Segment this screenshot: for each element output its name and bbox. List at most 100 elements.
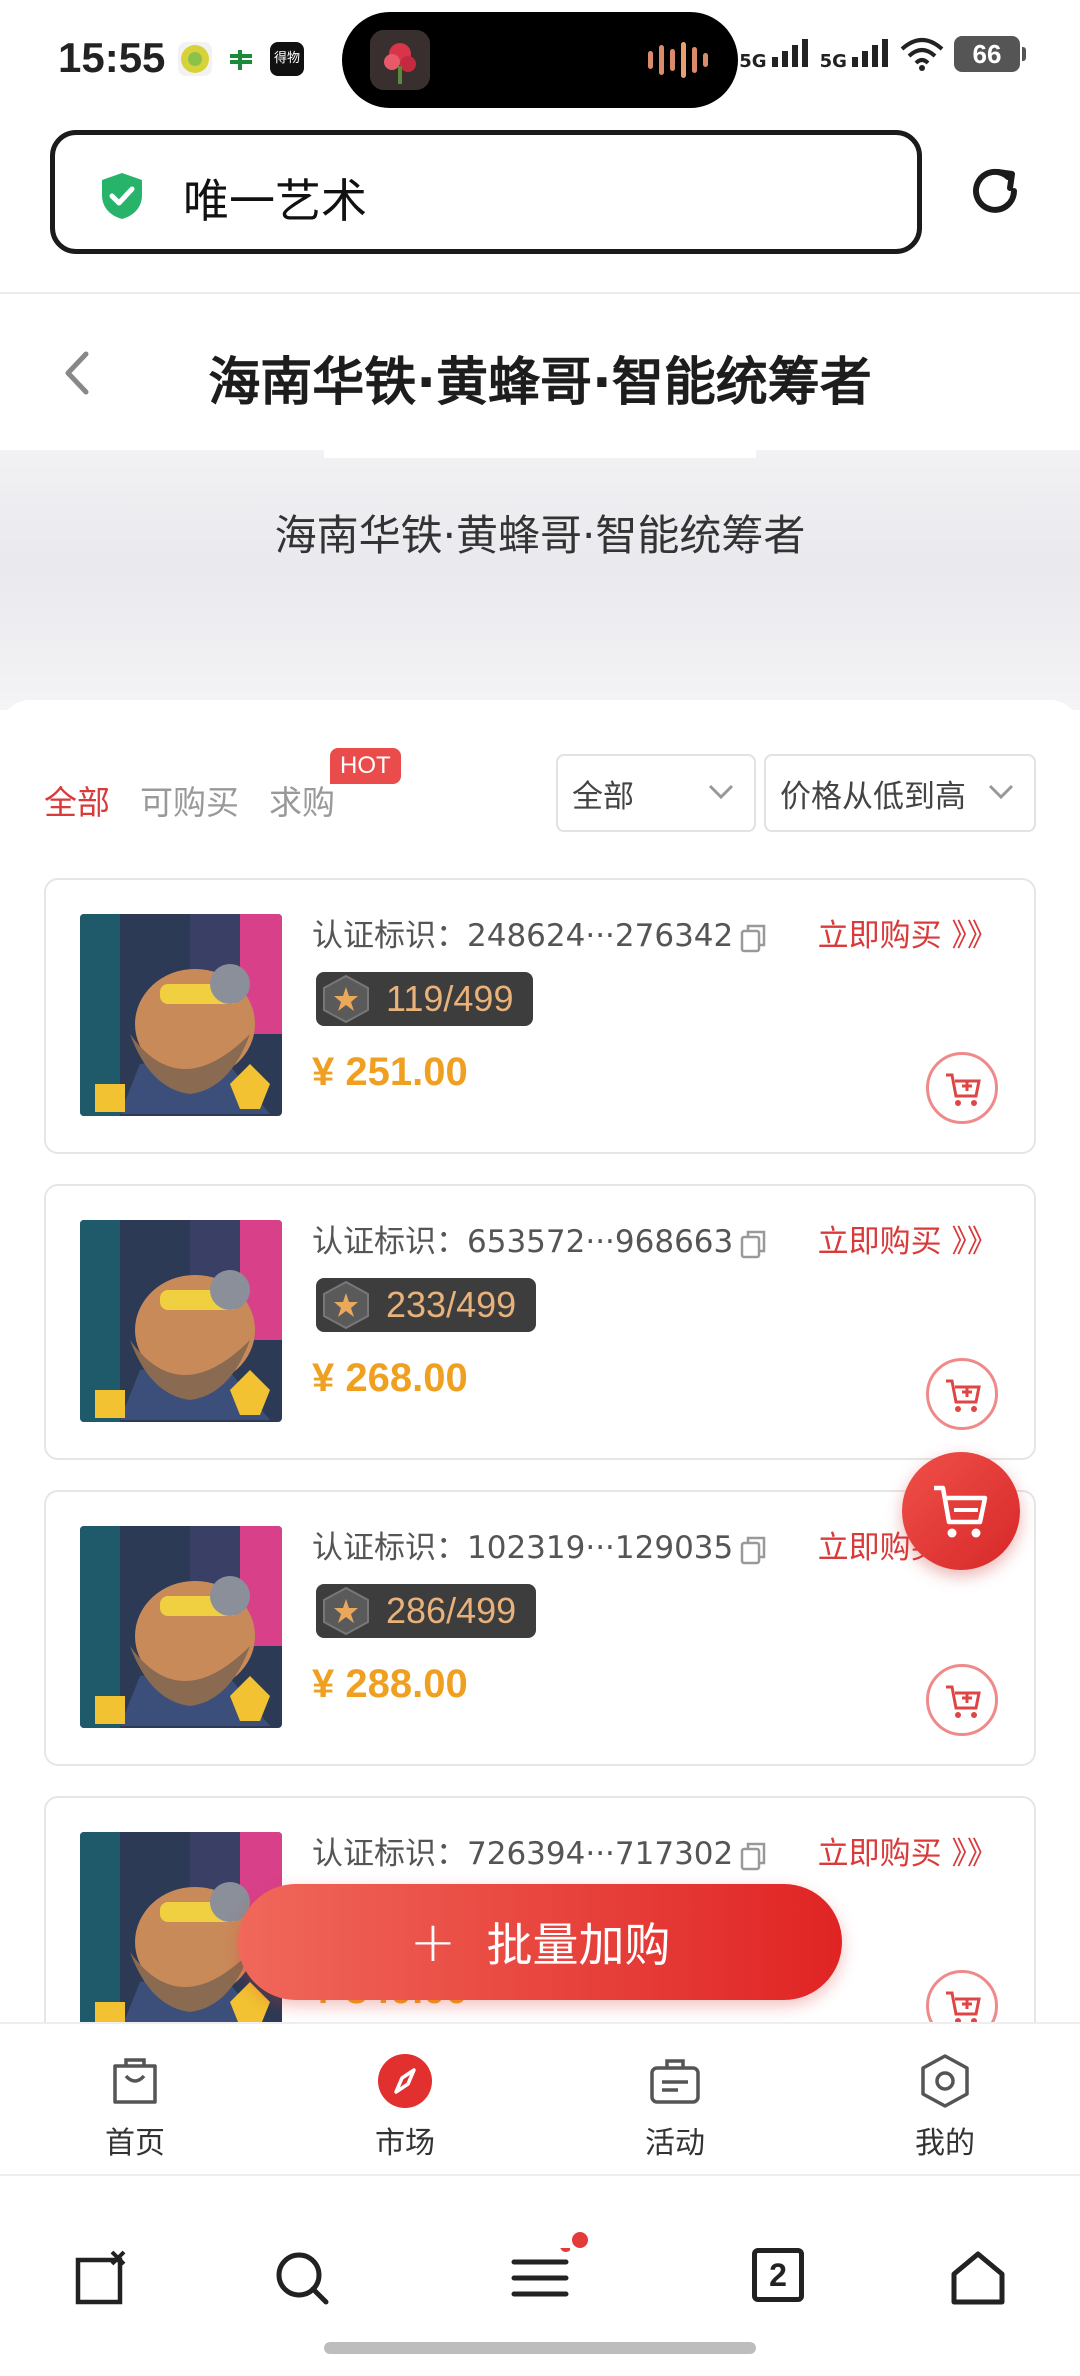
- nav-item-activity[interactable]: 活动: [540, 2024, 810, 2174]
- price: ¥ 288.00: [312, 1662, 468, 1706]
- nav-label-home: 首页: [105, 2126, 165, 2161]
- cert-id-line: 认证标识：653572···968663: [312, 1216, 767, 1261]
- collection-banner: 海南华铁·黄蜂哥·智能统筹者: [0, 450, 1080, 710]
- status-bar: 15:55 得物 5G 5G 66: [0, 0, 1080, 120]
- edition-number: 233/499: [386, 1284, 517, 1325]
- menu-notification-dot: [572, 2232, 588, 2248]
- nav-item-market[interactable]: 市场: [270, 2024, 540, 2174]
- shopping-bag-icon: [113, 2058, 157, 2104]
- now-playing-thumb: [370, 30, 430, 90]
- nft-thumbnail[interactable]: [80, 1526, 282, 1728]
- plus-icon: +: [409, 1909, 457, 1975]
- listing-card[interactable]: 认证标识：248624···276342 立即购买 》》 119/499 ¥ 2…: [44, 878, 1036, 1154]
- cert-id: 102319···129035: [467, 1530, 734, 1566]
- hot-badge: HOT: [330, 748, 401, 784]
- nft-thumbnail[interactable]: [80, 1220, 282, 1422]
- edition-number: 119/499: [386, 978, 514, 1019]
- signal-label: 5G: [739, 51, 767, 72]
- cert-label: 认证标识：: [312, 1836, 467, 1872]
- cert-id-line: 认证标识：248624···276342: [312, 910, 767, 955]
- cert-label: 认证标识：: [312, 1224, 467, 1260]
- bulk-add-button[interactable]: + 批量加购: [238, 1884, 842, 2000]
- chevron-down-icon: [988, 784, 1014, 800]
- edition-badge: 286/499: [316, 1584, 537, 1638]
- buy-now-link[interactable]: 立即购买 》》: [818, 1216, 998, 1261]
- cert-label: 认证标识：: [312, 1530, 467, 1566]
- cert-label: 认证标识：: [312, 918, 467, 954]
- banner-title: 海南华铁·黄蜂哥·智能统筹者: [274, 511, 806, 560]
- price: ¥ 268.00: [312, 1356, 468, 1400]
- tab-all[interactable]: 全部: [44, 776, 110, 824]
- add-to-cart-button[interactable]: [926, 1970, 998, 2022]
- address-bar[interactable]: 唯一艺术: [50, 130, 922, 254]
- edition-number: 286/499: [386, 1590, 517, 1631]
- status-time: 15:55: [58, 34, 166, 81]
- cart-plus-icon: [946, 1073, 981, 1106]
- nav-item-mine[interactable]: 我的: [810, 2024, 1080, 2174]
- wifi-icon: [900, 38, 944, 71]
- edition-badge: 119/499: [316, 972, 534, 1026]
- url-text: 唯一艺术: [183, 174, 367, 228]
- copy-icon[interactable]: [739, 1535, 767, 1565]
- nav-label-mine: 我的: [915, 2126, 975, 2161]
- nft-thumbnail[interactable]: [80, 914, 282, 1116]
- add-to-cart-button[interactable]: [926, 1358, 998, 1430]
- search-icon[interactable]: [272, 2248, 332, 2308]
- listing-card[interactable]: 认证标识：102319···129035 立即购买 》》 286/499 ¥ 2…: [44, 1490, 1036, 1766]
- page-header: 海南华铁·黄蜂哥·智能统筹者: [0, 294, 1080, 450]
- shield-check-icon: [102, 173, 142, 219]
- menu-icon[interactable]: [510, 2248, 570, 2308]
- compass-icon: [378, 2054, 432, 2108]
- audio-wave-icon: [648, 42, 708, 78]
- home-icon[interactable]: [948, 2248, 1008, 2308]
- chevron-down-icon: [708, 784, 734, 800]
- cart-plus-icon: [946, 1379, 981, 1412]
- listing-card[interactable]: 认证标识：653572···968663 立即购买 》》 233/499 ¥ 2…: [44, 1184, 1036, 1460]
- sort-select-value: 价格从低到高: [780, 778, 966, 815]
- copy-icon[interactable]: [739, 923, 767, 953]
- copy-icon[interactable]: [739, 1841, 767, 1871]
- medal-icon: [323, 1280, 369, 1330]
- close-tab-icon[interactable]: [72, 2248, 132, 2308]
- cert-id-line: 认证标识：102319···129035: [312, 1522, 767, 1567]
- floating-cart-button[interactable]: [902, 1452, 1020, 1570]
- tabs-count-button[interactable]: 2: [752, 2248, 804, 2302]
- cert-id: 726394···717302: [467, 1836, 734, 1872]
- app-bottom-nav: 首页 市场 活动 我的: [0, 2022, 1080, 2174]
- signal-icon-2: 5G: [820, 37, 890, 71]
- signal-label-2: 5G: [819, 51, 847, 72]
- status-indicators: 5G 5G 66: [739, 36, 1026, 72]
- dynamic-island[interactable]: [342, 12, 738, 108]
- category-select[interactable]: 全部: [556, 754, 756, 832]
- price: ¥ 251.00: [312, 1050, 468, 1094]
- cert-id: 653572···968663: [467, 1224, 734, 1260]
- medal-icon: [323, 974, 369, 1024]
- add-to-cart-button[interactable]: [926, 1052, 998, 1124]
- battery-indicator: 66: [954, 36, 1026, 72]
- cart-icon: [934, 1485, 988, 1538]
- page-title: 海南华铁·黄蜂哥·智能统筹者: [208, 353, 872, 413]
- cert-id-line: 认证标识：726394···717302: [312, 1828, 767, 1873]
- bulk-add-label: 批量加购: [486, 1918, 671, 1972]
- buy-now-link[interactable]: 立即购买 》》: [818, 910, 998, 955]
- reload-icon[interactable]: [964, 160, 1026, 222]
- post-office-icon: [224, 42, 258, 76]
- hexagon-icon: [921, 2054, 969, 2108]
- buy-now-link[interactable]: 立即购买 》》: [818, 1828, 998, 1873]
- nav-item-home[interactable]: 首页: [0, 2024, 270, 2174]
- tab-buyable[interactable]: 可购买: [140, 776, 239, 824]
- cert-id: 248624···276342: [467, 918, 734, 954]
- edition-badge: 233/499: [316, 1278, 537, 1332]
- app-notification-icon: [178, 42, 212, 76]
- cart-plus-icon: [946, 1991, 981, 2022]
- copy-icon[interactable]: [739, 1229, 767, 1259]
- briefcase-icon: [650, 2059, 700, 2104]
- dewu-app-icon: 得物: [270, 42, 304, 76]
- add-to-cart-button[interactable]: [926, 1664, 998, 1736]
- nav-label-market: 市场: [375, 2126, 435, 2161]
- home-indicator: [324, 2342, 756, 2354]
- market-content: 全部 可购买 求购 HOT 全部 价格从低到高 认证标识：248624···27…: [0, 700, 1080, 2022]
- tab-wanted[interactable]: 求购: [269, 776, 335, 824]
- medal-icon: [323, 1586, 369, 1636]
- sort-select[interactable]: 价格从低到高: [764, 754, 1036, 832]
